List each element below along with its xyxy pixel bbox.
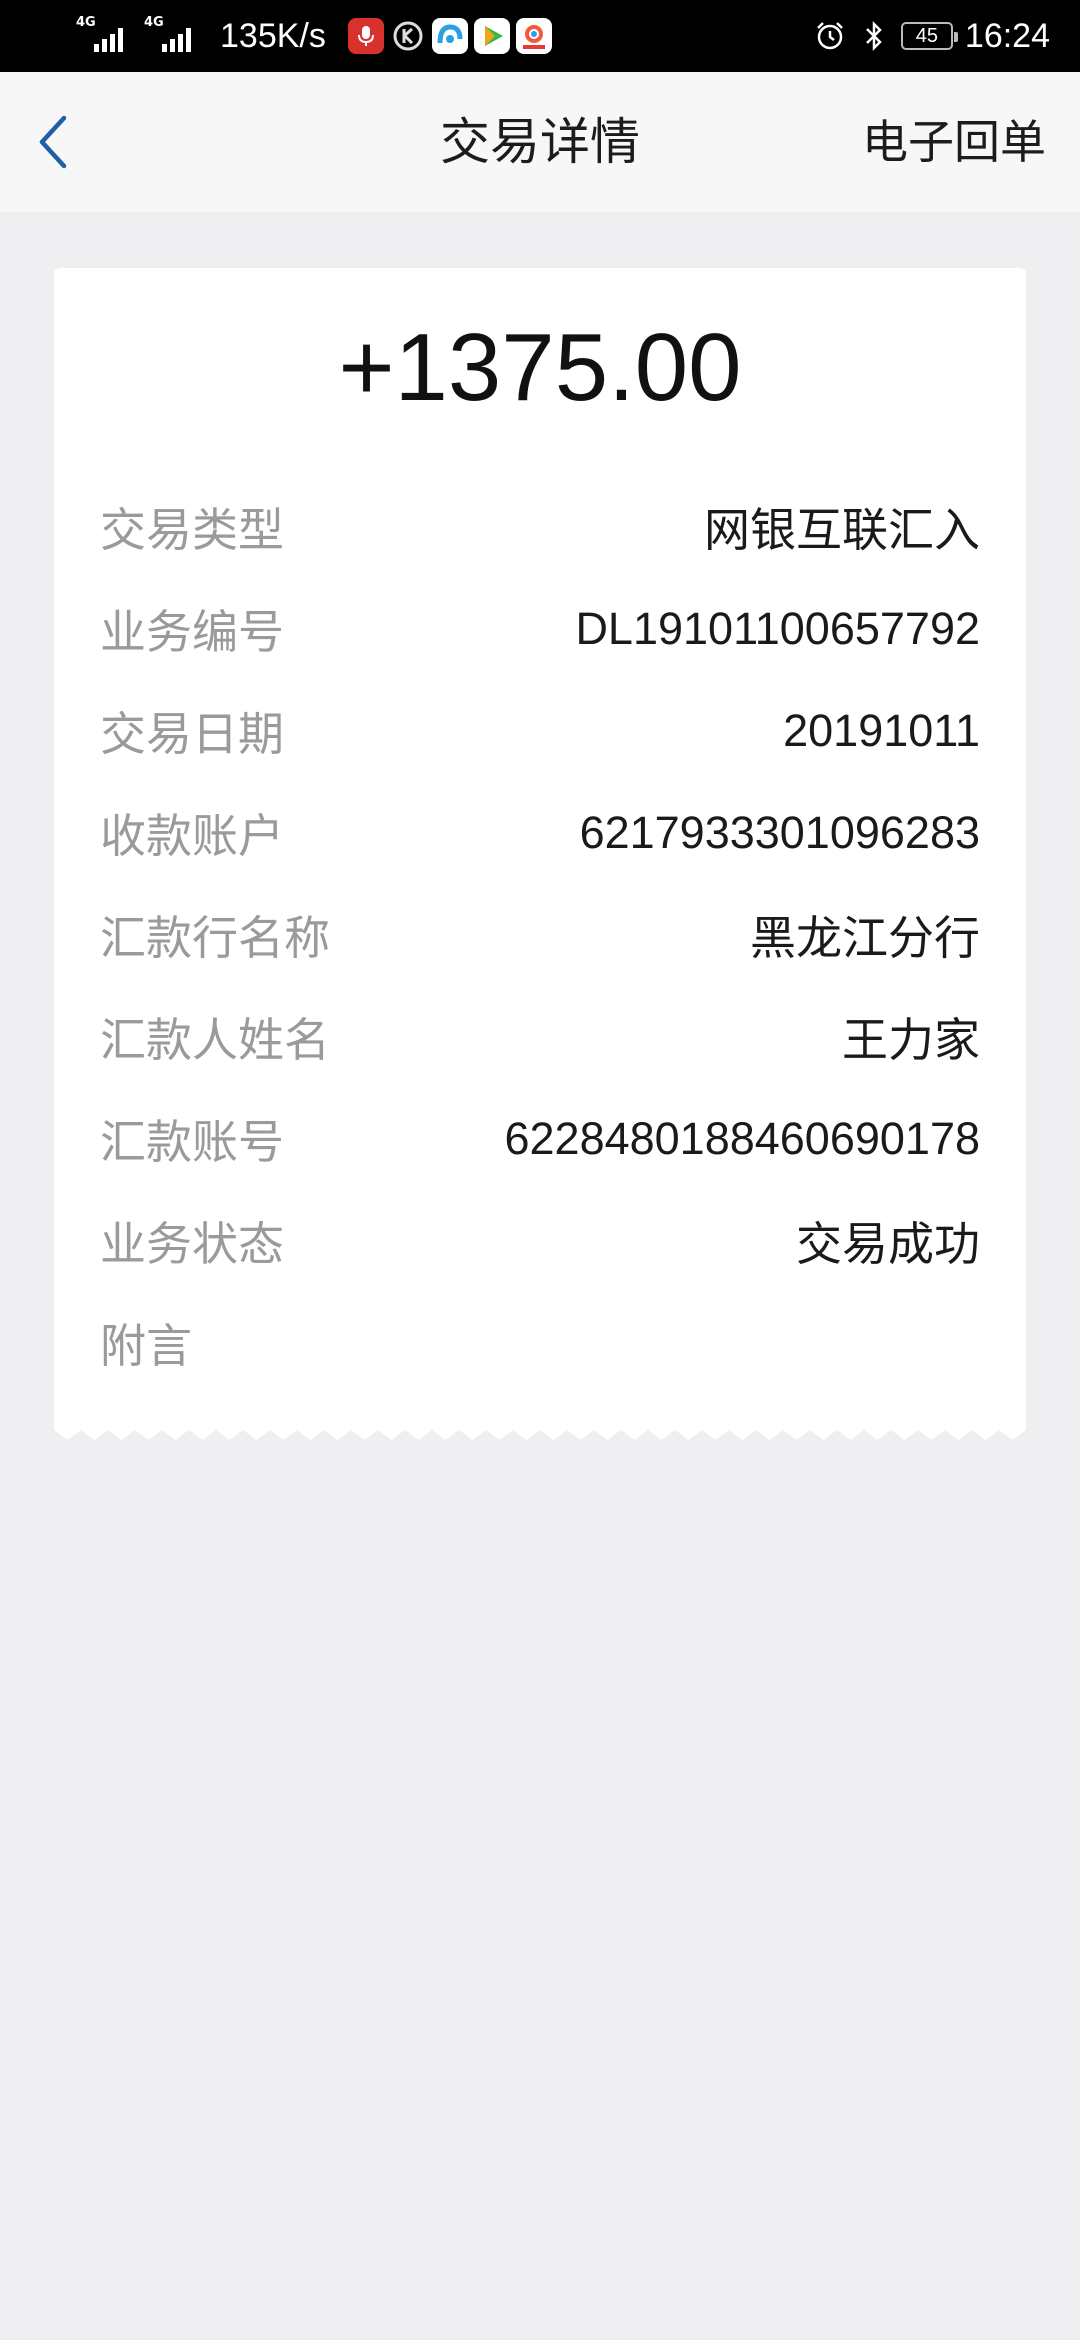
photo-app-icon xyxy=(515,18,552,54)
network-speed: 135K/s xyxy=(220,16,326,55)
detail-value: 网银互联汇入 xyxy=(704,503,980,557)
battery-level: 45 xyxy=(915,24,939,47)
detail-label: 业务编号 xyxy=(100,605,284,659)
transaction-detail-card: +1375.00 交易类型 网银互联汇入 业务编号 DL191011006577… xyxy=(54,268,1026,1430)
detail-list: 交易类型 网银互联汇入 业务编号 DL19101100657792 交易日期 2… xyxy=(100,476,980,1394)
chevron-left-icon xyxy=(39,115,67,169)
detail-label: 收款账户 xyxy=(100,809,284,863)
detail-value: 20191011 xyxy=(783,705,980,756)
network-type-label-2: 4G xyxy=(144,15,164,30)
status-bar-right: 45 16:24 xyxy=(813,0,1050,72)
e-receipt-button[interactable]: 电子回单 xyxy=(862,72,1046,212)
detail-value: DL19101100657792 xyxy=(575,603,980,654)
detail-row-remitter-name: 汇款人姓名 王力家 xyxy=(100,986,980,1088)
detail-label: 汇款行名称 xyxy=(100,911,330,965)
detail-label: 汇款账号 xyxy=(100,1115,284,1169)
detail-label: 交易日期 xyxy=(100,707,284,761)
clock: 16:24 xyxy=(964,16,1050,55)
network-type-label: 4G xyxy=(76,15,96,30)
browser-app-icon xyxy=(431,18,468,54)
back-button[interactable] xyxy=(20,104,86,180)
signal-strength-icon: 4G xyxy=(76,16,134,56)
video-app-icon xyxy=(473,18,510,54)
k-app-icon xyxy=(389,18,426,54)
detail-value: 黑龙江分行 xyxy=(750,911,980,965)
transaction-amount: +1375.00 xyxy=(338,314,742,421)
status-bar-left: 4G 4G 135K/s xyxy=(76,0,558,72)
detail-label: 附言 xyxy=(100,1319,192,1373)
detail-row-business-status: 业务状态 交易成功 xyxy=(100,1190,980,1292)
mic-app-icon xyxy=(347,18,384,54)
detail-label: 汇款人姓名 xyxy=(100,1013,330,1067)
detail-row-remitting-account: 汇款账号 6228480188460690178 xyxy=(100,1088,980,1190)
detail-row-transaction-date: 交易日期 20191011 xyxy=(100,680,980,782)
detail-label: 交易类型 xyxy=(100,503,284,557)
detail-row-receiving-account: 收款账户 6217933301096283 xyxy=(100,782,980,884)
detail-label: 业务状态 xyxy=(100,1217,284,1271)
alarm-icon xyxy=(813,19,847,53)
detail-row-remark: 附言 xyxy=(100,1292,980,1394)
detail-value: 6228480188460690178 xyxy=(504,1113,980,1164)
detail-row-transaction-type: 交易类型 网银互联汇入 xyxy=(100,476,980,578)
bluetooth-icon xyxy=(857,19,891,53)
receipt-torn-edge xyxy=(54,1418,1026,1440)
detail-value: 6217933301096283 xyxy=(579,807,980,858)
detail-row-business-number: 业务编号 DL19101100657792 xyxy=(100,578,980,680)
top-nav-bar: 交易详情 电子回单 xyxy=(0,72,1080,212)
status-bar: 4G 4G 135K/s 45 16:24 xyxy=(0,0,1080,72)
detail-value: 交易成功 xyxy=(796,1217,980,1271)
detail-value: 王力家 xyxy=(842,1013,980,1067)
detail-row-remitting-bank: 汇款行名称 黑龙江分行 xyxy=(100,884,980,986)
signal-strength-icon-2: 4G xyxy=(144,16,202,56)
battery-icon: 45 xyxy=(900,22,958,50)
